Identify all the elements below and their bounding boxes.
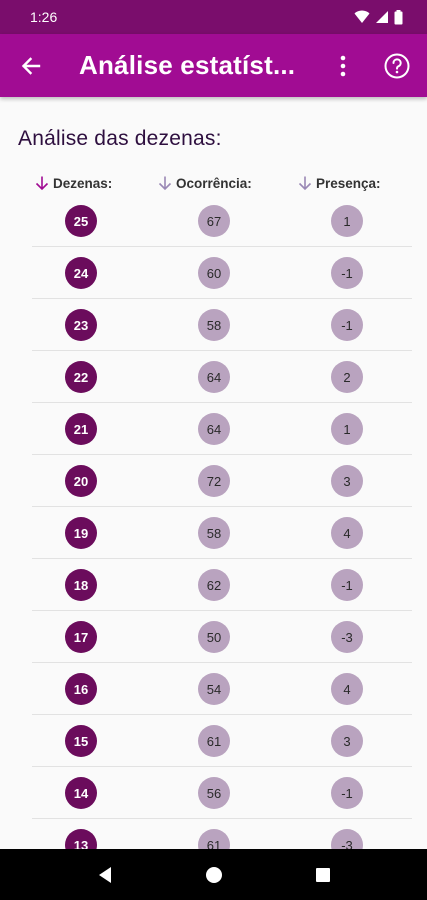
ocorrencia-ball: 64	[198, 361, 230, 393]
ocorrencia-ball: 54	[198, 673, 230, 705]
dezena-ball: 25	[65, 205, 97, 237]
dezena-ball: 14	[65, 777, 97, 809]
presenca-ball: -1	[331, 569, 363, 601]
nav-recents-icon[interactable]	[315, 867, 331, 883]
nav-back-icon[interactable]	[97, 866, 113, 884]
wifi-icon	[354, 10, 370, 23]
status-bar: 1:26	[0, 0, 427, 34]
ocorrencia-ball: 50	[198, 621, 230, 653]
table-row: 16 54 4	[0, 663, 427, 715]
page-title: Análise estatíst...	[79, 50, 296, 80]
presenca-ball: -3	[331, 829, 363, 849]
more-options-button[interactable]	[323, 34, 363, 97]
back-button[interactable]	[0, 34, 62, 97]
ocorrencia-ball: 72	[198, 465, 230, 497]
table-row: 21 64 1	[0, 403, 427, 455]
dezena-ball: 13	[65, 829, 97, 849]
content-area[interactable]: Análise das dezenas: Dezenas: Ocorrência…	[0, 97, 427, 849]
system-nav-bar	[0, 849, 427, 900]
presenca-ball: -3	[331, 621, 363, 653]
presenca-ball: 1	[331, 413, 363, 445]
dezena-ball: 21	[65, 413, 97, 445]
nav-home-icon[interactable]	[205, 866, 223, 884]
presenca-ball: 4	[331, 517, 363, 549]
dezena-ball: 17	[65, 621, 97, 653]
arrow-down-icon	[34, 175, 50, 191]
column-header-presenca: Presença:	[316, 175, 381, 191]
table-row: 19 58 4	[0, 507, 427, 559]
dezena-ball: 19	[65, 517, 97, 549]
table-row: 23 58 -1	[0, 299, 427, 351]
arrow-back-icon	[21, 56, 41, 75]
table-row: 18 62 -1	[0, 559, 427, 611]
presenca-ball: -1	[331, 309, 363, 341]
presenca-ball: -1	[331, 257, 363, 289]
dezena-ball: 18	[65, 569, 97, 601]
dezena-ball: 15	[65, 725, 97, 757]
table-row: 24 60 -1	[0, 247, 427, 299]
ocorrencia-ball: 58	[198, 309, 230, 341]
dezena-ball: 20	[65, 465, 97, 497]
presenca-ball: 3	[331, 465, 363, 497]
presenca-ball: 4	[331, 673, 363, 705]
status-time: 1:26	[30, 9, 58, 25]
help-icon	[384, 53, 410, 78]
ocorrencia-ball: 56	[198, 777, 230, 809]
dezena-ball: 24	[65, 257, 97, 289]
sort-by-ocorrencia[interactable]: Ocorrência:	[157, 173, 252, 193]
ocorrencia-ball: 64	[198, 413, 230, 445]
section-title: Análise das dezenas:	[18, 127, 222, 150]
presenca-ball: 1	[331, 205, 363, 237]
dezena-ball: 16	[65, 673, 97, 705]
ocorrencia-ball: 62	[198, 569, 230, 601]
app-bar: Análise estatíst...	[0, 34, 427, 97]
ocorrencia-ball: 60	[198, 257, 230, 289]
dezena-ball: 22	[65, 361, 97, 393]
table-row: 14 56 -1	[0, 767, 427, 819]
table-row: 15 61 3	[0, 715, 427, 767]
battery-icon	[394, 9, 403, 24]
table-row: 22 64 2	[0, 351, 427, 403]
presenca-ball: 2	[331, 361, 363, 393]
more-vert-icon	[340, 55, 346, 76]
sort-by-presenca[interactable]: Presença:	[297, 173, 381, 193]
table-row: 13 61 -3	[0, 819, 427, 849]
ocorrencia-ball: 61	[198, 829, 230, 849]
sort-by-dezenas[interactable]: Dezenas:	[34, 173, 112, 193]
presenca-ball: -1	[331, 777, 363, 809]
arrow-down-icon	[157, 175, 173, 191]
table-row: 17 50 -3	[0, 611, 427, 663]
signal-icon	[376, 11, 388, 23]
help-button[interactable]	[377, 34, 417, 97]
arrow-down-icon	[297, 175, 313, 191]
table-row: 20 72 3	[0, 455, 427, 507]
presenca-ball: 3	[331, 725, 363, 757]
dezena-ball: 23	[65, 309, 97, 341]
dezenas-list[interactable]: 25 67 1 24 60 -1 23 58 -1 22 64 2 21 64 1 20 72 3 19…	[0, 195, 427, 849]
ocorrencia-ball: 58	[198, 517, 230, 549]
ocorrencia-ball: 61	[198, 725, 230, 757]
column-header-dezenas: Dezenas:	[53, 175, 113, 191]
table-row: 25 67 1	[0, 195, 427, 247]
ocorrencia-ball: 67	[198, 205, 230, 237]
column-header-ocorrencia: Ocorrência:	[176, 175, 252, 191]
status-icons	[354, 9, 403, 25]
